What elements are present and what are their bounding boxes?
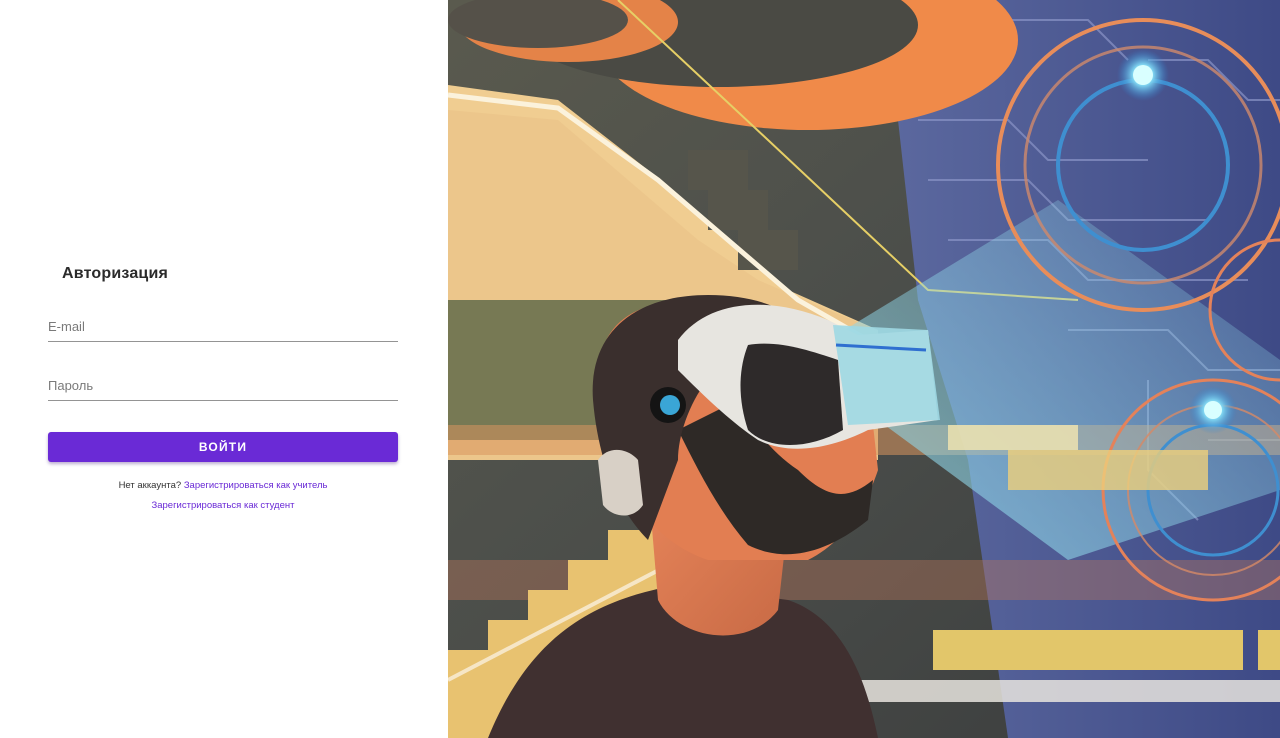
email-field-wrapper (48, 313, 398, 342)
email-input[interactable] (48, 313, 398, 339)
register-student-line: Зарегистрироваться как студент (48, 500, 398, 512)
login-panel: Авторизация ВОЙТИ Нет аккаунта? Зарегист… (0, 0, 448, 738)
login-page: Авторизация ВОЙТИ Нет аккаунта? Зарегист… (0, 0, 1280, 738)
no-account-text: Нет аккаунта? (118, 480, 182, 491)
login-button[interactable]: ВОЙТИ (48, 432, 398, 462)
register-teacher-link[interactable]: Зарегистрироваться как учитель (184, 480, 328, 491)
vr-headset-illustration (448, 0, 1280, 738)
login-form: Авторизация ВОЙТИ Нет аккаунта? Зарегист… (48, 262, 398, 512)
password-field-wrapper (48, 372, 398, 401)
password-input[interactable] (48, 372, 398, 398)
register-student-link[interactable]: Зарегистрироваться как студент (152, 500, 295, 511)
login-title: Авторизация (62, 265, 169, 282)
register-teacher-line: Нет аккаунта? Зарегистрироваться как учи… (48, 480, 398, 492)
